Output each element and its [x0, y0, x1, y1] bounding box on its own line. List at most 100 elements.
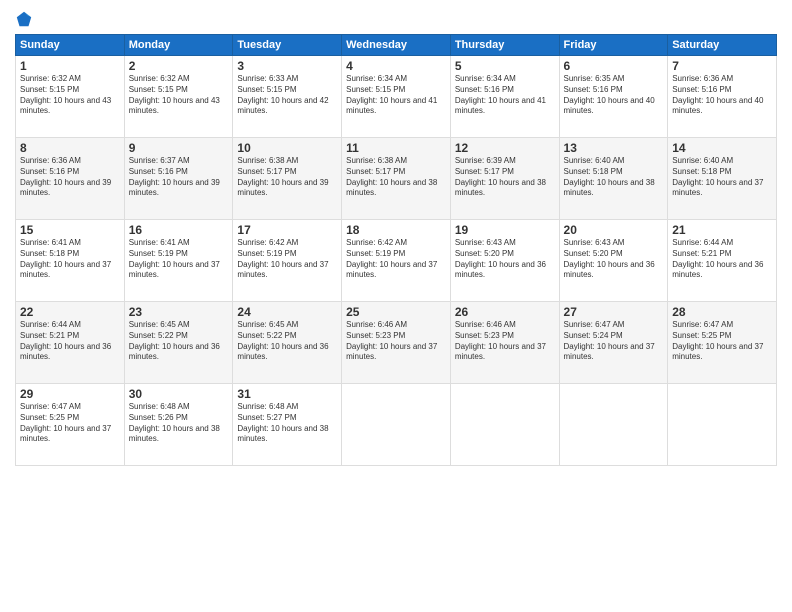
day-header-tuesday: Tuesday — [233, 35, 342, 56]
day-number: 24 — [237, 305, 337, 319]
day-cell: 25 Sunrise: 6:46 AMSunset: 5:23 PMDaylig… — [342, 302, 451, 384]
calendar: SundayMondayTuesdayWednesdayThursdayFrid… — [15, 34, 777, 466]
day-info: Sunrise: 6:43 AMSunset: 5:20 PMDaylight:… — [455, 238, 555, 281]
day-cell: 1 Sunrise: 6:32 AMSunset: 5:15 PMDayligh… — [16, 56, 125, 138]
day-cell: 23 Sunrise: 6:45 AMSunset: 5:22 PMDaylig… — [124, 302, 233, 384]
day-cell: 10 Sunrise: 6:38 AMSunset: 5:17 PMDaylig… — [233, 138, 342, 220]
day-info: Sunrise: 6:45 AMSunset: 5:22 PMDaylight:… — [237, 320, 337, 363]
day-info: Sunrise: 6:45 AMSunset: 5:22 PMDaylight:… — [129, 320, 229, 363]
day-number: 14 — [672, 141, 772, 155]
day-cell: 24 Sunrise: 6:45 AMSunset: 5:22 PMDaylig… — [233, 302, 342, 384]
day-info: Sunrise: 6:36 AMSunset: 5:16 PMDaylight:… — [20, 156, 120, 199]
day-header-sunday: Sunday — [16, 35, 125, 56]
day-number: 1 — [20, 59, 120, 73]
header — [15, 10, 777, 28]
day-cell: 6 Sunrise: 6:35 AMSunset: 5:16 PMDayligh… — [559, 56, 668, 138]
day-number: 18 — [346, 223, 446, 237]
day-cell — [559, 384, 668, 466]
day-header-saturday: Saturday — [668, 35, 777, 56]
day-cell: 12 Sunrise: 6:39 AMSunset: 5:17 PMDaylig… — [450, 138, 559, 220]
day-info: Sunrise: 6:38 AMSunset: 5:17 PMDaylight:… — [237, 156, 337, 199]
day-cell: 5 Sunrise: 6:34 AMSunset: 5:16 PMDayligh… — [450, 56, 559, 138]
day-cell: 13 Sunrise: 6:40 AMSunset: 5:18 PMDaylig… — [559, 138, 668, 220]
day-number: 12 — [455, 141, 555, 155]
day-number: 21 — [672, 223, 772, 237]
day-cell: 28 Sunrise: 6:47 AMSunset: 5:25 PMDaylig… — [668, 302, 777, 384]
day-number: 4 — [346, 59, 446, 73]
week-row-3: 15 Sunrise: 6:41 AMSunset: 5:18 PMDaylig… — [16, 220, 777, 302]
day-header-friday: Friday — [559, 35, 668, 56]
calendar-header-row: SundayMondayTuesdayWednesdayThursdayFrid… — [16, 35, 777, 56]
logo-icon — [15, 10, 33, 28]
day-info: Sunrise: 6:36 AMSunset: 5:16 PMDaylight:… — [672, 74, 772, 117]
day-cell: 31 Sunrise: 6:48 AMSunset: 5:27 PMDaylig… — [233, 384, 342, 466]
day-cell: 17 Sunrise: 6:42 AMSunset: 5:19 PMDaylig… — [233, 220, 342, 302]
day-cell: 16 Sunrise: 6:41 AMSunset: 5:19 PMDaylig… — [124, 220, 233, 302]
day-cell: 18 Sunrise: 6:42 AMSunset: 5:19 PMDaylig… — [342, 220, 451, 302]
week-row-5: 29 Sunrise: 6:47 AMSunset: 5:25 PMDaylig… — [16, 384, 777, 466]
day-cell: 2 Sunrise: 6:32 AMSunset: 5:15 PMDayligh… — [124, 56, 233, 138]
day-info: Sunrise: 6:43 AMSunset: 5:20 PMDaylight:… — [564, 238, 664, 281]
day-cell: 15 Sunrise: 6:41 AMSunset: 5:18 PMDaylig… — [16, 220, 125, 302]
day-number: 13 — [564, 141, 664, 155]
day-cell — [450, 384, 559, 466]
day-info: Sunrise: 6:41 AMSunset: 5:19 PMDaylight:… — [129, 238, 229, 281]
day-info: Sunrise: 6:39 AMSunset: 5:17 PMDaylight:… — [455, 156, 555, 199]
day-cell: 9 Sunrise: 6:37 AMSunset: 5:16 PMDayligh… — [124, 138, 233, 220]
day-number: 29 — [20, 387, 120, 401]
day-cell: 7 Sunrise: 6:36 AMSunset: 5:16 PMDayligh… — [668, 56, 777, 138]
day-number: 9 — [129, 141, 229, 155]
logo — [15, 10, 35, 28]
day-info: Sunrise: 6:47 AMSunset: 5:25 PMDaylight:… — [672, 320, 772, 363]
day-info: Sunrise: 6:38 AMSunset: 5:17 PMDaylight:… — [346, 156, 446, 199]
day-number: 16 — [129, 223, 229, 237]
day-cell: 30 Sunrise: 6:48 AMSunset: 5:26 PMDaylig… — [124, 384, 233, 466]
day-cell: 20 Sunrise: 6:43 AMSunset: 5:20 PMDaylig… — [559, 220, 668, 302]
day-info: Sunrise: 6:44 AMSunset: 5:21 PMDaylight:… — [672, 238, 772, 281]
day-cell: 11 Sunrise: 6:38 AMSunset: 5:17 PMDaylig… — [342, 138, 451, 220]
day-info: Sunrise: 6:44 AMSunset: 5:21 PMDaylight:… — [20, 320, 120, 363]
day-info: Sunrise: 6:42 AMSunset: 5:19 PMDaylight:… — [346, 238, 446, 281]
day-number: 2 — [129, 59, 229, 73]
day-number: 6 — [564, 59, 664, 73]
day-number: 31 — [237, 387, 337, 401]
day-number: 25 — [346, 305, 446, 319]
week-row-2: 8 Sunrise: 6:36 AMSunset: 5:16 PMDayligh… — [16, 138, 777, 220]
day-cell: 27 Sunrise: 6:47 AMSunset: 5:24 PMDaylig… — [559, 302, 668, 384]
day-number: 26 — [455, 305, 555, 319]
day-info: Sunrise: 6:47 AMSunset: 5:25 PMDaylight:… — [20, 402, 120, 445]
day-cell: 19 Sunrise: 6:43 AMSunset: 5:20 PMDaylig… — [450, 220, 559, 302]
day-info: Sunrise: 6:33 AMSunset: 5:15 PMDaylight:… — [237, 74, 337, 117]
day-info: Sunrise: 6:46 AMSunset: 5:23 PMDaylight:… — [455, 320, 555, 363]
day-info: Sunrise: 6:41 AMSunset: 5:18 PMDaylight:… — [20, 238, 120, 281]
day-number: 8 — [20, 141, 120, 155]
day-info: Sunrise: 6:40 AMSunset: 5:18 PMDaylight:… — [672, 156, 772, 199]
week-row-4: 22 Sunrise: 6:44 AMSunset: 5:21 PMDaylig… — [16, 302, 777, 384]
day-number: 28 — [672, 305, 772, 319]
day-info: Sunrise: 6:32 AMSunset: 5:15 PMDaylight:… — [20, 74, 120, 117]
day-number: 11 — [346, 141, 446, 155]
day-number: 3 — [237, 59, 337, 73]
page: SundayMondayTuesdayWednesdayThursdayFrid… — [0, 0, 792, 612]
day-number: 30 — [129, 387, 229, 401]
day-info: Sunrise: 6:40 AMSunset: 5:18 PMDaylight:… — [564, 156, 664, 199]
day-info: Sunrise: 6:42 AMSunset: 5:19 PMDaylight:… — [237, 238, 337, 281]
day-number: 5 — [455, 59, 555, 73]
day-info: Sunrise: 6:34 AMSunset: 5:16 PMDaylight:… — [455, 74, 555, 117]
day-cell: 26 Sunrise: 6:46 AMSunset: 5:23 PMDaylig… — [450, 302, 559, 384]
day-info: Sunrise: 6:32 AMSunset: 5:15 PMDaylight:… — [129, 74, 229, 117]
day-number: 15 — [20, 223, 120, 237]
day-info: Sunrise: 6:35 AMSunset: 5:16 PMDaylight:… — [564, 74, 664, 117]
day-header-monday: Monday — [124, 35, 233, 56]
day-info: Sunrise: 6:46 AMSunset: 5:23 PMDaylight:… — [346, 320, 446, 363]
day-cell: 22 Sunrise: 6:44 AMSunset: 5:21 PMDaylig… — [16, 302, 125, 384]
day-header-thursday: Thursday — [450, 35, 559, 56]
day-number: 17 — [237, 223, 337, 237]
day-info: Sunrise: 6:47 AMSunset: 5:24 PMDaylight:… — [564, 320, 664, 363]
day-cell: 8 Sunrise: 6:36 AMSunset: 5:16 PMDayligh… — [16, 138, 125, 220]
day-cell — [342, 384, 451, 466]
day-cell: 3 Sunrise: 6:33 AMSunset: 5:15 PMDayligh… — [233, 56, 342, 138]
day-info: Sunrise: 6:37 AMSunset: 5:16 PMDaylight:… — [129, 156, 229, 199]
day-number: 7 — [672, 59, 772, 73]
day-number: 22 — [20, 305, 120, 319]
